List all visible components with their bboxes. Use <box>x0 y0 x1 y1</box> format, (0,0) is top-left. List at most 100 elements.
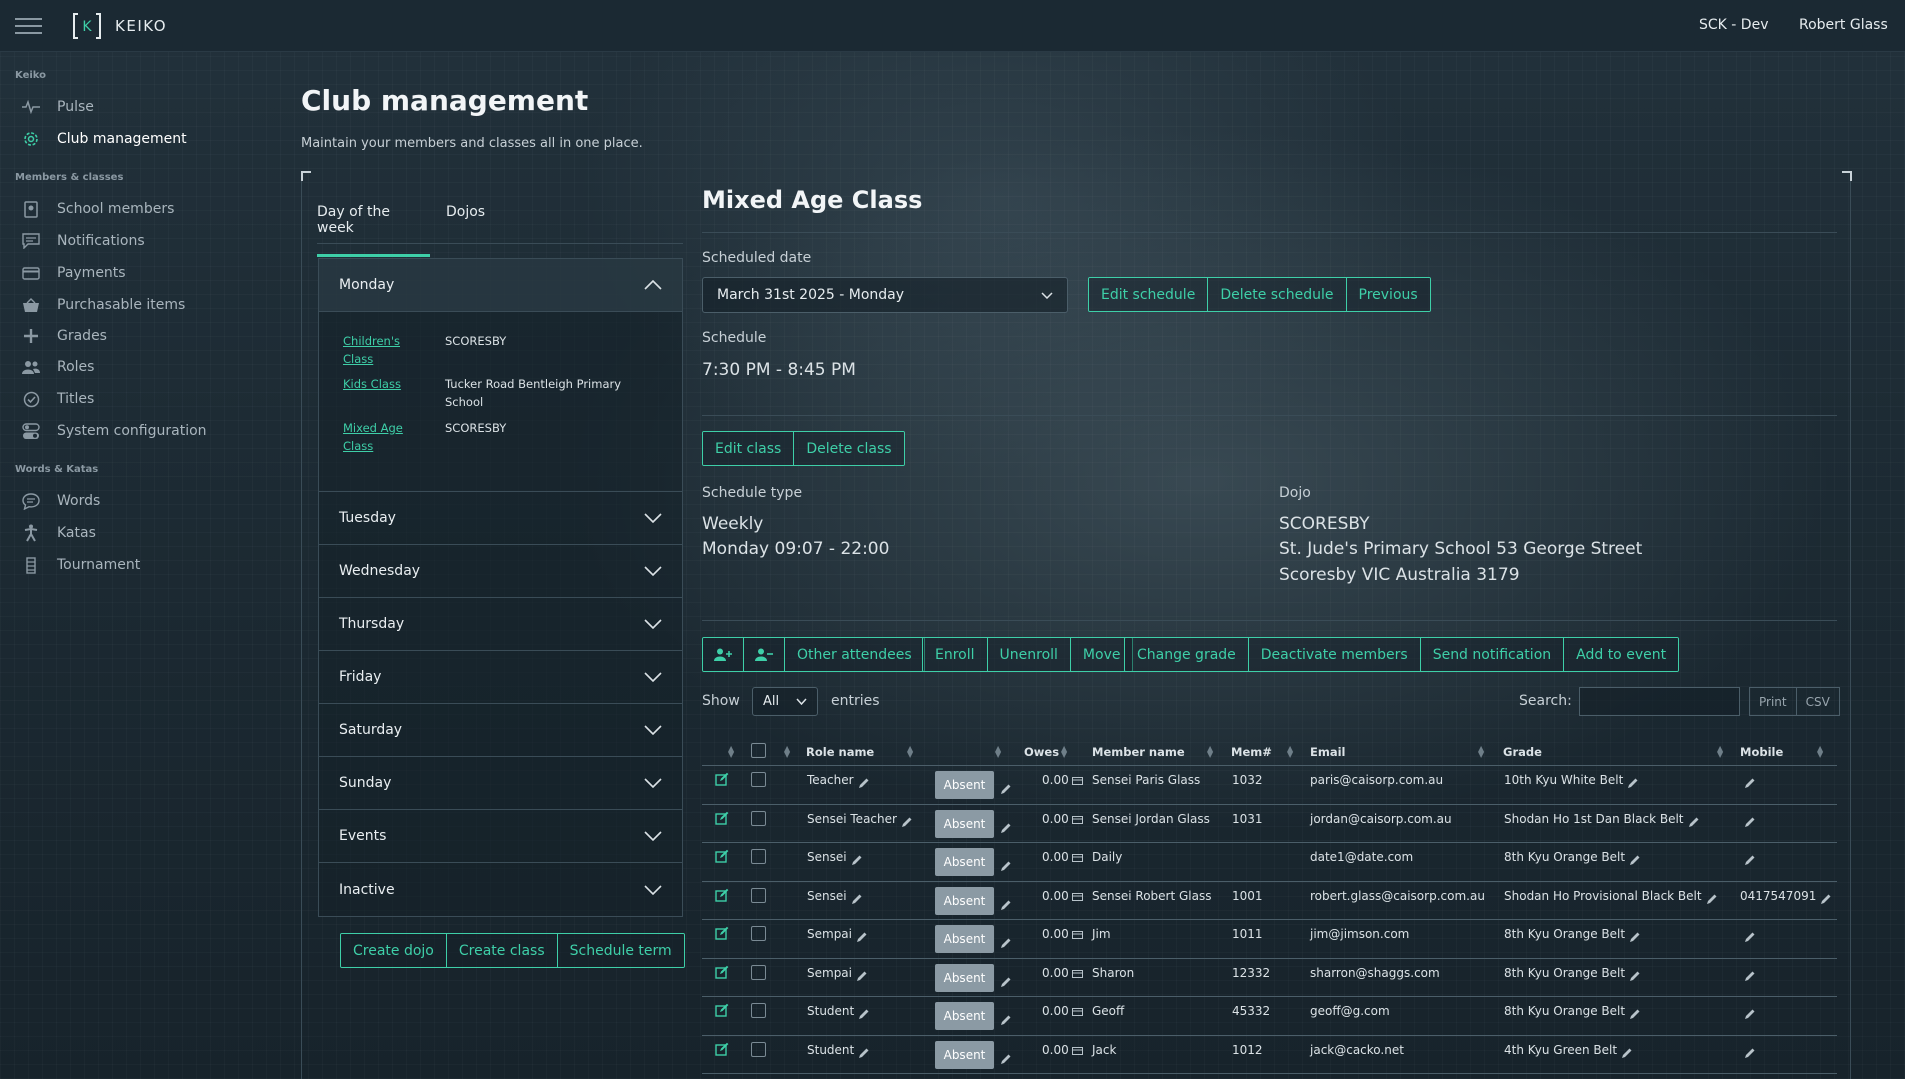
sort-icon[interactable]: ▲ ▼ <box>1207 745 1214 759</box>
member-name[interactable]: Sharon <box>1092 966 1134 980</box>
sort-icon[interactable]: ▲ ▼ <box>1717 745 1724 759</box>
edit-role-icon[interactable] <box>858 774 870 788</box>
create-dojo-button[interactable]: Create dojo <box>341 934 447 967</box>
absent-button[interactable]: Absent <box>935 848 994 876</box>
print-button[interactable]: Print <box>1749 687 1797 716</box>
sidebar-item-roles[interactable]: Roles <box>20 354 94 380</box>
row-checkbox[interactable] <box>751 810 766 826</box>
edit-grade-icon[interactable] <box>1629 967 1641 981</box>
edit-icon[interactable] <box>715 888 729 902</box>
tab-dojos[interactable]: Dojos <box>446 204 485 238</box>
sidebar-item-katas[interactable]: Katas <box>20 520 96 546</box>
edit-role-icon[interactable] <box>858 1005 870 1019</box>
column-member-name[interactable]: Member name <box>1092 745 1185 759</box>
edit-grade-icon[interactable] <box>1706 890 1718 904</box>
sort-icon[interactable]: ▲ ▼ <box>1287 745 1294 759</box>
user-menu[interactable]: Robert Glass <box>1799 17 1888 33</box>
edit-role-icon[interactable] <box>901 813 913 827</box>
row-checkbox[interactable] <box>751 887 766 903</box>
sidebar-item-notifications[interactable]: Notifications <box>20 228 145 254</box>
member-name[interactable]: Sensei Paris Glass <box>1092 773 1200 787</box>
edit-role-icon[interactable] <box>851 890 863 904</box>
edit-attendance-icon[interactable] <box>1000 1050 1012 1064</box>
edit-grade-icon[interactable] <box>1629 1005 1641 1019</box>
member-name[interactable]: Sensei Jordan Glass <box>1092 812 1210 826</box>
column-mem-number[interactable]: Mem# <box>1231 745 1272 759</box>
sidebar-item-words[interactable]: Words <box>20 488 100 514</box>
column-owes[interactable]: Owes <box>1024 745 1059 759</box>
menu-icon[interactable] <box>15 18 42 34</box>
edit-role-icon[interactable] <box>856 967 868 981</box>
entries-select[interactable]: All <box>752 687 818 716</box>
class-link-mixed-age[interactable]: Mixed Age Class <box>343 419 423 455</box>
sidebar-item-titles[interactable]: Titles <box>20 386 94 412</box>
edit-mobile-icon[interactable] <box>1744 774 1756 788</box>
accordion-monday[interactable]: Monday <box>319 259 682 312</box>
accordion-thursday[interactable]: Thursday <box>319 598 682 651</box>
edit-role-icon[interactable] <box>851 851 863 865</box>
sort-icon[interactable]: ▲ ▼ <box>728 745 735 759</box>
scheduled-date-select[interactable]: March 31st 2025 - Monday <box>702 277 1068 313</box>
edit-icon[interactable] <box>715 926 729 940</box>
accordion-tuesday[interactable]: Tuesday <box>319 492 682 545</box>
row-checkbox[interactable] <box>751 964 766 980</box>
column-grade[interactable]: Grade <box>1503 745 1542 759</box>
edit-attendance-icon[interactable] <box>1000 973 1012 987</box>
absent-button[interactable]: Absent <box>935 1002 994 1030</box>
sidebar-item-purchasable-items[interactable]: Purchasable items <box>20 292 185 318</box>
edit-icon[interactable] <box>715 849 729 863</box>
tab-day-of-the-week[interactable]: Day of the week <box>317 204 430 257</box>
column-role-name[interactable]: Role name <box>806 745 874 759</box>
remove-member-button[interactable] <box>744 638 785 671</box>
change-grade-button[interactable]: Change grade <box>1125 638 1249 671</box>
sort-icon[interactable]: ▲ ▼ <box>995 745 1002 759</box>
sidebar-item-pulse[interactable]: Pulse <box>20 94 94 120</box>
class-link-kids[interactable]: Kids Class <box>343 375 423 393</box>
schedule-term-button[interactable]: Schedule term <box>557 934 684 967</box>
edit-attendance-icon[interactable] <box>1000 934 1012 948</box>
edit-icon[interactable] <box>715 965 729 979</box>
accordion-friday[interactable]: Friday <box>319 651 682 704</box>
edit-mobile-icon[interactable] <box>1744 851 1756 865</box>
member-name[interactable]: Daily <box>1092 850 1122 864</box>
sort-icon[interactable]: ▲ ▼ <box>784 745 791 759</box>
absent-button[interactable]: Absent <box>935 963 994 992</box>
edit-icon[interactable] <box>715 772 729 786</box>
create-class-button[interactable]: Create class <box>446 934 558 967</box>
accordion-saturday[interactable]: Saturday <box>319 704 682 757</box>
edit-mobile-icon[interactable] <box>1744 813 1756 827</box>
edit-mobile-icon[interactable] <box>1744 1044 1756 1058</box>
sidebar-item-system-configuration[interactable]: System configuration <box>20 418 207 444</box>
edit-grade-icon[interactable] <box>1688 813 1700 827</box>
edit-schedule-button[interactable]: Edit schedule <box>1089 278 1209 311</box>
sort-icon[interactable]: ▲ ▼ <box>1061 745 1068 759</box>
edit-grade-icon[interactable] <box>1629 928 1641 942</box>
sidebar-item-tournament[interactable]: Tournament <box>20 552 140 578</box>
member-name[interactable]: Sensei Robert Glass <box>1092 889 1211 903</box>
edit-role-icon[interactable] <box>856 928 868 942</box>
environment-label[interactable]: SCK - Dev <box>1699 17 1768 33</box>
member-name[interactable]: Jim <box>1092 927 1111 941</box>
column-mobile[interactable]: Mobile <box>1740 745 1783 759</box>
edit-attendance-icon[interactable] <box>1000 896 1012 910</box>
sort-icon[interactable]: ▲ ▼ <box>1478 745 1485 759</box>
edit-mobile-icon[interactable] <box>1744 1005 1756 1019</box>
edit-mobile-icon[interactable] <box>1820 890 1832 904</box>
delete-schedule-button[interactable]: Delete schedule <box>1208 278 1347 311</box>
row-checkbox[interactable] <box>751 849 766 864</box>
add-member-button[interactable] <box>703 638 744 671</box>
row-checkbox[interactable] <box>751 1003 766 1018</box>
edit-icon[interactable] <box>715 1003 729 1017</box>
sort-icon[interactable]: ▲ ▼ <box>907 745 914 759</box>
accordion-inactive[interactable]: Inactive <box>319 863 682 916</box>
edit-role-icon[interactable] <box>858 1044 870 1058</box>
edit-attendance-icon[interactable] <box>1000 857 1012 871</box>
edit-grade-icon[interactable] <box>1621 1044 1633 1058</box>
other-attendees-button[interactable]: Other attendees <box>785 638 924 671</box>
edit-mobile-icon[interactable] <box>1744 928 1756 942</box>
member-name[interactable]: Geoff <box>1092 1004 1124 1018</box>
select-all-checkbox[interactable] <box>751 743 766 758</box>
sidebar-item-club-management[interactable]: Club management <box>20 126 187 152</box>
edit-attendance-icon[interactable] <box>1000 819 1012 833</box>
row-checkbox[interactable] <box>751 1041 766 1057</box>
